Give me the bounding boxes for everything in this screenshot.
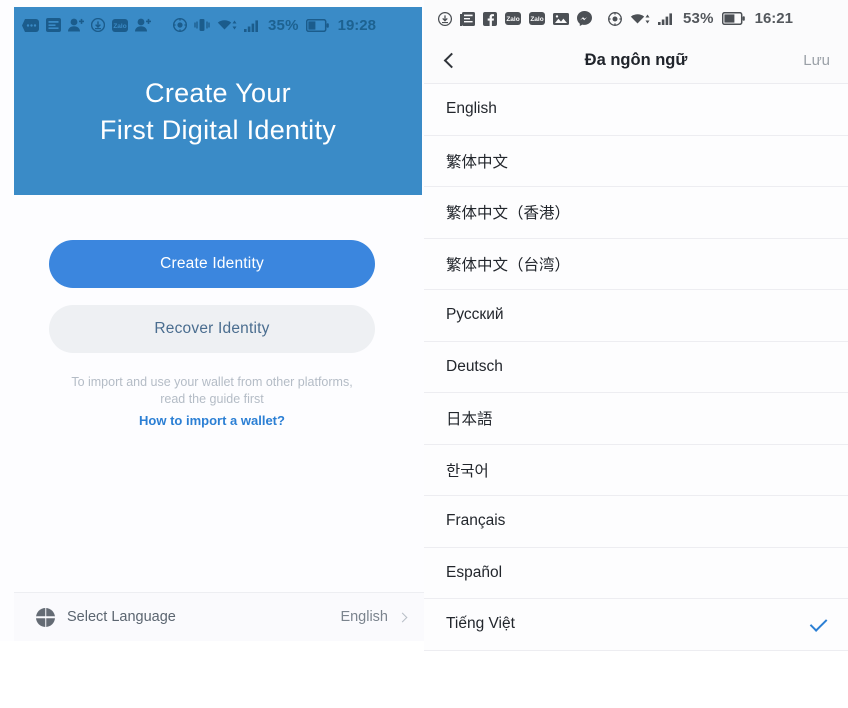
location-icon: [173, 18, 187, 32]
vibrate-icon: [194, 18, 210, 32]
hero-title-line2: First Digital Identity: [99, 115, 337, 145]
nav-header: Đa ngôn ngữ Lưu: [424, 37, 848, 84]
download-icon: [91, 18, 105, 32]
screenshot-root: Zalo 35% 19:28 Create Your First Digital…: [0, 0, 848, 708]
message-icon: [22, 18, 39, 32]
news-icon: [460, 11, 475, 26]
create-identity-button[interactable]: Create Identity: [49, 240, 375, 288]
clock-label: 19:28: [337, 16, 376, 34]
list-item-selected[interactable]: Tiếng Việt: [424, 599, 848, 651]
wifi-icon: [630, 12, 650, 26]
zalo-icon-2: Zalo: [529, 12, 545, 25]
zalo-icon: Zalo: [505, 12, 521, 25]
battery-percent-label: 35%: [268, 16, 299, 34]
selected-language-value: English: [340, 609, 388, 625]
page-title: Đa ngôn ngữ: [584, 51, 688, 69]
list-item[interactable]: 繁体中文（台湾）: [424, 238, 848, 290]
battery-icon: [305, 18, 329, 32]
signal-icon: [658, 12, 675, 25]
battery-percent-label: 53%: [683, 10, 714, 27]
language-label: Español: [446, 563, 503, 581]
location-icon: [608, 11, 622, 26]
signal-icon: [244, 19, 261, 32]
list-item[interactable]: Español: [424, 547, 848, 599]
language-label: 繁体中文（香港）: [446, 205, 571, 223]
image-icon: [553, 12, 569, 25]
select-language-label: Select Language: [67, 609, 176, 625]
left-status-bar: Zalo 35% 19:28: [14, 7, 422, 43]
language-label: Русский: [446, 306, 504, 324]
select-language-row[interactable]: Select Language English: [14, 592, 424, 641]
download-icon: [438, 11, 452, 26]
language-list: English 繁体中文 繁体中文（香港） 繁体中文（台湾） Русский D…: [424, 84, 848, 651]
chevron-right-icon: [397, 612, 408, 622]
news-icon: [46, 18, 61, 32]
left-device-screen: Zalo 35% 19:28 Create Your First Digital…: [0, 0, 424, 641]
right-device-screen: Zalo Zalo 53% 16:21 Đa ngôn ngữ Lưu Engl…: [424, 0, 848, 651]
battery-icon: [721, 12, 745, 25]
hero-title: Create Your First Digital Identity: [14, 43, 422, 195]
language-label: English: [446, 100, 497, 118]
how-to-import-wallet-link[interactable]: How to import a wallet?: [0, 412, 424, 429]
check-icon: [809, 613, 828, 632]
messenger-icon: [577, 11, 592, 26]
language-label: Tiếng Việt: [446, 615, 515, 633]
svg-text:Zalo: Zalo: [506, 16, 519, 23]
clock-label: 16:21: [754, 10, 793, 27]
list-item[interactable]: Русский: [424, 290, 848, 342]
right-phone-panel: Zalo Zalo 53% 16:21 Đa ngôn ngữ Lưu Engl…: [424, 0, 848, 708]
hero-title-line1: Create Your: [145, 78, 291, 108]
list-item[interactable]: 繁体中文: [424, 135, 848, 187]
svg-text:Zalo: Zalo: [113, 23, 126, 30]
hero-banner: Zalo 35% 19:28 Create Your First Digital…: [14, 7, 422, 195]
action-buttons: Create Identity Recover Identity: [0, 240, 424, 353]
language-label: 繁体中文（台湾）: [446, 256, 571, 274]
recover-identity-button[interactable]: Recover Identity: [49, 305, 375, 353]
language-label: Deutsch: [446, 357, 503, 375]
facebook-icon: [483, 11, 497, 26]
list-item[interactable]: Deutsch: [424, 341, 848, 393]
chevron-left-icon[interactable]: [443, 52, 460, 68]
language-label: 繁体中文: [446, 153, 509, 171]
person-add-icon-2: [135, 18, 151, 32]
language-label: Français: [446, 512, 506, 530]
list-item[interactable]: Français: [424, 496, 848, 548]
list-item[interactable]: 繁体中文（香港）: [424, 187, 848, 239]
left-phone-panel: Zalo 35% 19:28 Create Your First Digital…: [0, 0, 424, 708]
list-item[interactable]: 한국어: [424, 444, 848, 496]
import-hint-line2: read the guide first: [160, 392, 264, 406]
list-item[interactable]: English: [424, 84, 848, 136]
wifi-icon: [217, 18, 237, 32]
list-item[interactable]: 日本語: [424, 393, 848, 445]
right-status-bar: Zalo Zalo 53% 16:21: [424, 0, 848, 37]
language-label: 한국어: [446, 462, 489, 480]
import-hint-line1: To import and use your wallet from other…: [71, 375, 353, 389]
zalo-icon: Zalo: [112, 18, 128, 32]
person-add-icon: [68, 18, 84, 32]
language-label: 日本語: [446, 411, 493, 429]
svg-text:Zalo: Zalo: [530, 16, 543, 23]
globe-icon: [36, 607, 55, 627]
import-hint: To import and use your wallet from other…: [0, 374, 424, 429]
save-button[interactable]: Lưu: [803, 52, 830, 69]
